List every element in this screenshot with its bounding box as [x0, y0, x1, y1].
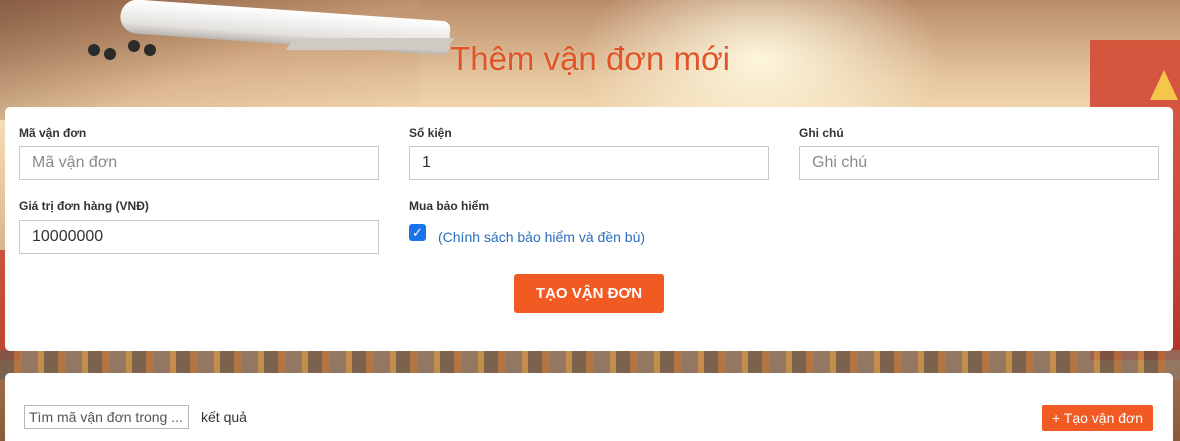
- results-count-label: kết quả: [201, 409, 247, 425]
- shipment-results-panel: kết quả + Tạo vận đơn: [5, 373, 1173, 441]
- note-label: Ghi chú: [799, 126, 844, 140]
- note-input[interactable]: [799, 146, 1159, 180]
- tracking-code-input[interactable]: [19, 146, 379, 180]
- tracking-code-label: Mã vận đơn: [19, 126, 87, 140]
- add-shipment-button[interactable]: + Tạo vận đơn: [1042, 405, 1153, 431]
- package-count-label: Số kiện: [409, 126, 452, 140]
- order-value-label: Giá trị đơn hàng (VNĐ): [19, 199, 149, 213]
- create-shipment-form: Mã vận đơn Số kiện Ghi chú Giá trị đơn h…: [5, 107, 1173, 351]
- order-value-input[interactable]: [19, 220, 379, 254]
- page-title: Thêm vận đơn mới: [450, 40, 730, 77]
- create-shipment-button[interactable]: TẠO VẬN ĐƠN: [514, 274, 664, 313]
- insurance-checkbox[interactable]: ✓: [409, 224, 426, 241]
- insurance-label: Mua bảo hiểm: [409, 199, 490, 213]
- insurance-policy-link[interactable]: (Chính sách bảo hiểm và đền bù): [438, 229, 645, 245]
- search-input[interactable]: [24, 405, 189, 429]
- package-count-input[interactable]: [409, 146, 769, 180]
